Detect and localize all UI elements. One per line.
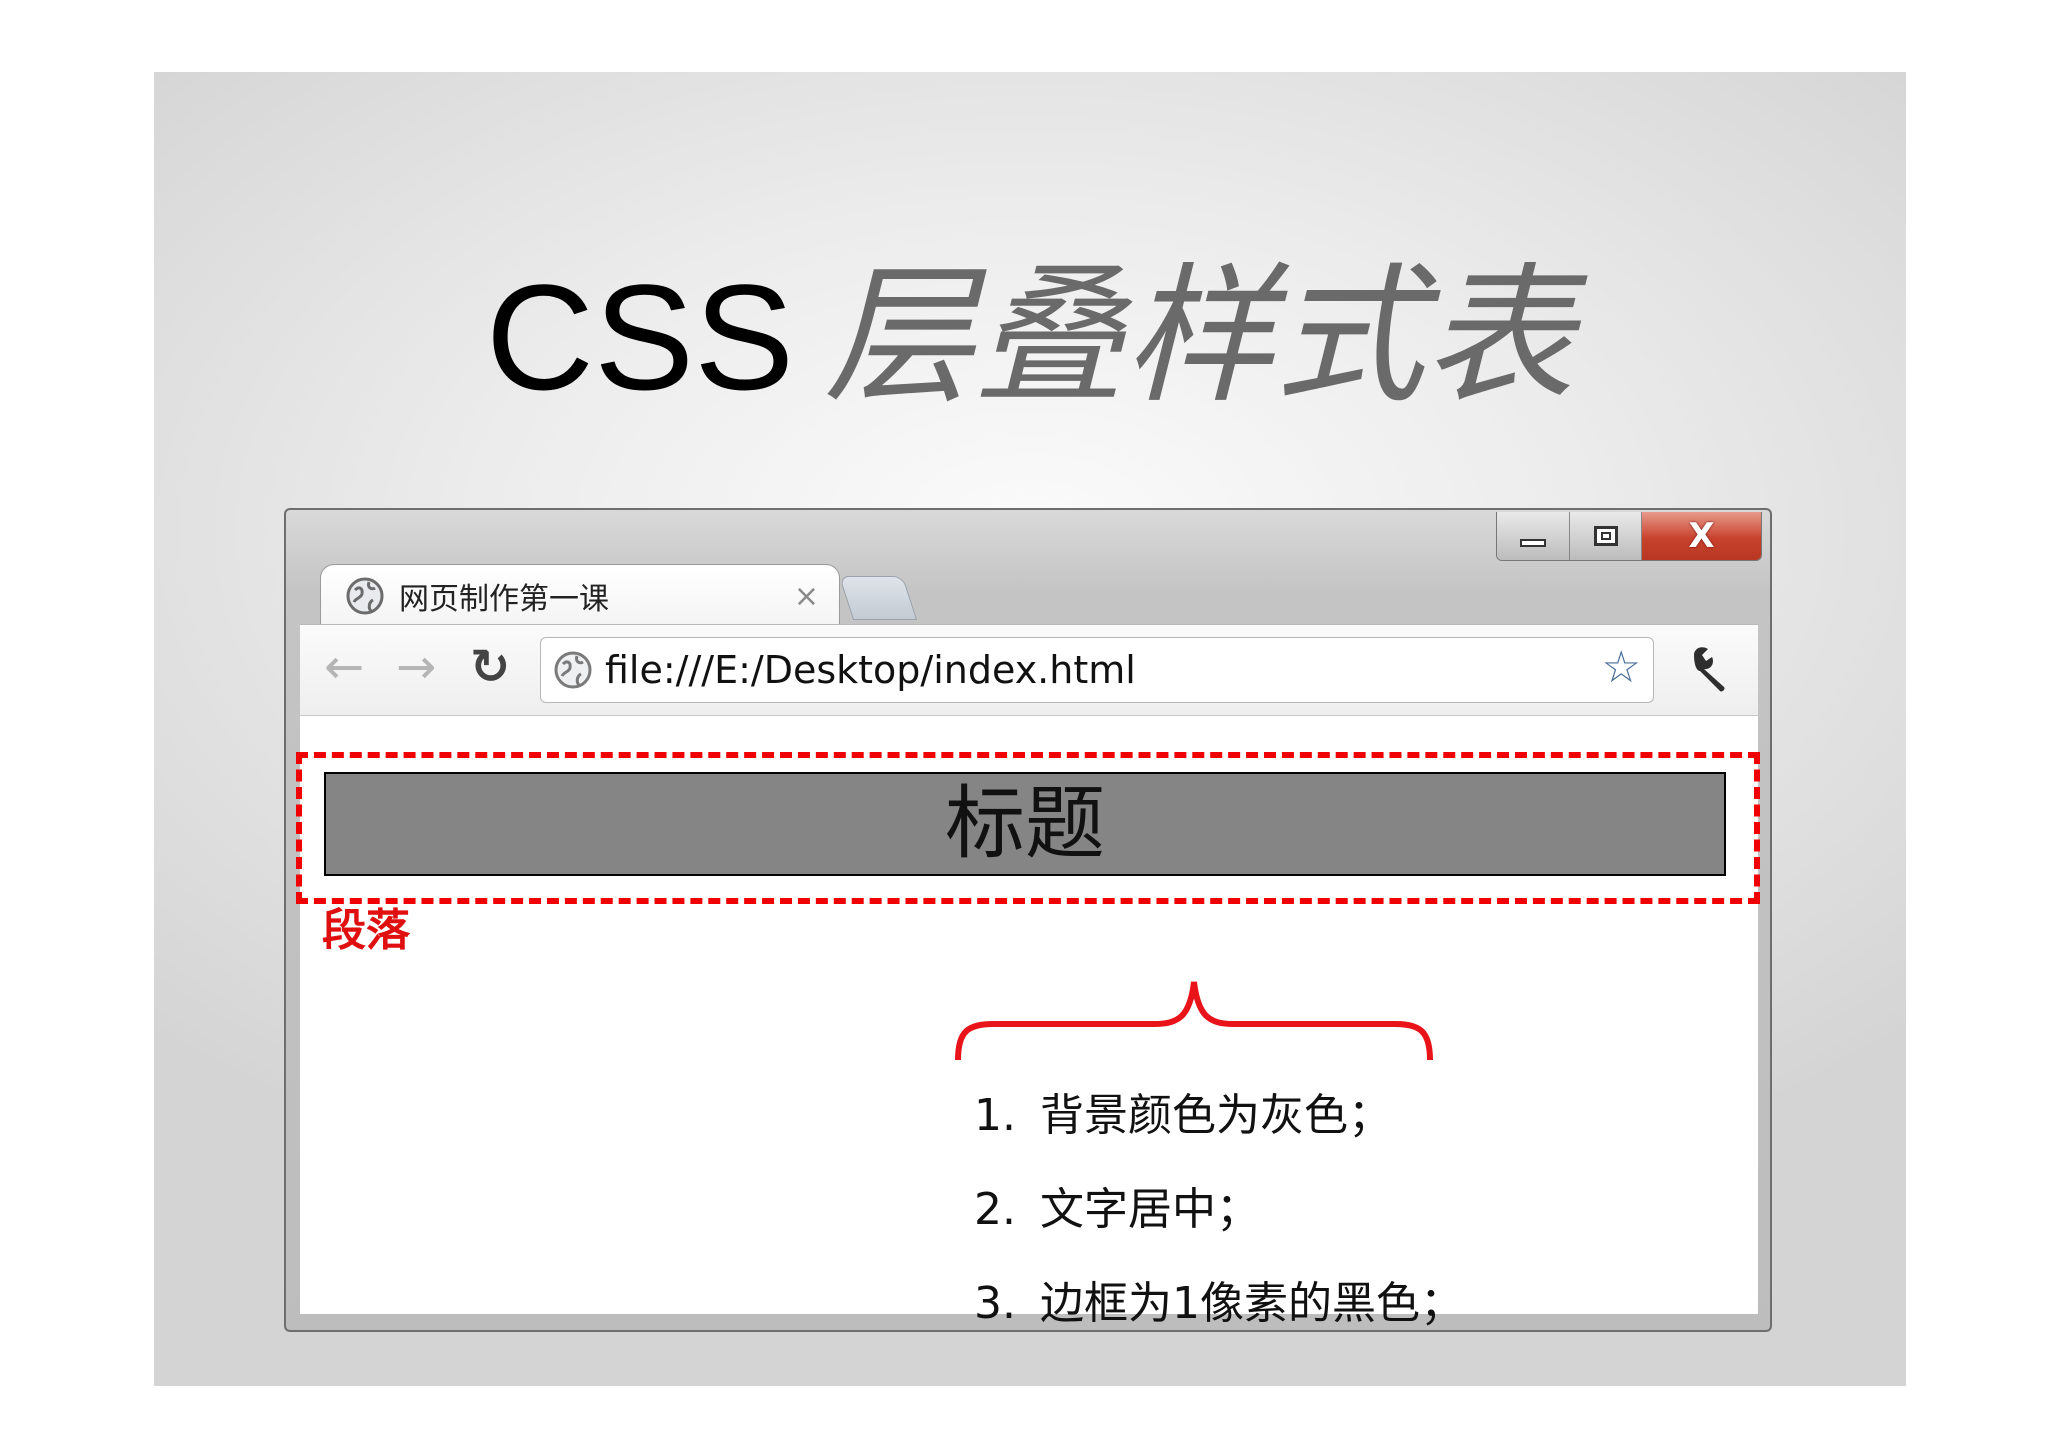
requirement-item: 1. 背景颜色为灰色； — [974, 1082, 1464, 1176]
requirement-number: 1. — [974, 1090, 1016, 1141]
slide-title-chinese: 层叠样式表 — [824, 250, 1575, 424]
tab-title: 网页制作第一课 — [399, 581, 609, 617]
url-text: file:///E:/Desktop/index.html — [605, 648, 1136, 692]
reload-icon[interactable]: ↻ — [470, 643, 510, 691]
curly-brace-annotation — [955, 981, 1433, 1061]
new-tab-button[interactable] — [838, 576, 918, 620]
back-arrow-icon[interactable]: ← — [324, 643, 364, 691]
requirement-number: 2. — [974, 1184, 1016, 1235]
page-globe-icon — [554, 651, 592, 689]
restore-icon — [1593, 526, 1618, 546]
bookmark-star-icon[interactable]: ☆ — [1602, 646, 1641, 690]
maximize-button[interactable] — [1569, 512, 1641, 560]
minimize-button[interactable] — [1497, 512, 1569, 560]
close-icon: X — [1688, 516, 1715, 556]
requirements-list: 1. 背景颜色为灰色； 2. 文字居中； 3. 边框为1像素的黑色； — [974, 1082, 1464, 1364]
browser-tab[interactable]: 网页制作第一课 × — [320, 564, 840, 626]
address-bar[interactable]: file:///E:/Desktop/index.html ☆ — [540, 637, 1654, 703]
requirement-text: 边框为1像素的黑色； — [1040, 1278, 1464, 1329]
tab-close-icon[interactable]: × — [794, 579, 819, 614]
forward-arrow-icon[interactable]: → — [396, 643, 436, 691]
globe-icon — [346, 577, 384, 614]
minimize-icon — [1520, 539, 1546, 547]
slide-background: CSS 层叠样式表 X 网页制作第一课 × ← → ↻ file:///E:/D… — [154, 72, 1906, 1386]
requirement-number: 3. — [974, 1278, 1016, 1329]
slide-title: CSS 层叠样式表 — [154, 262, 1906, 412]
slide-title-latin: CSS — [485, 253, 795, 421]
requirement-item: 3. 边框为1像素的黑色； — [974, 1270, 1464, 1364]
requirement-text: 背景颜色为灰色； — [1040, 1090, 1392, 1141]
heading-dashed-outline — [296, 752, 1760, 904]
wrench-icon[interactable] — [1686, 643, 1736, 693]
close-window-button[interactable]: X — [1641, 512, 1761, 560]
requirement-item: 2. 文字居中； — [974, 1176, 1464, 1270]
window-controls: X — [1496, 512, 1762, 561]
browser-toolbar: ← → ↻ file:///E:/Desktop/index.html ☆ — [300, 624, 1758, 716]
requirement-text: 文字居中； — [1040, 1184, 1260, 1235]
